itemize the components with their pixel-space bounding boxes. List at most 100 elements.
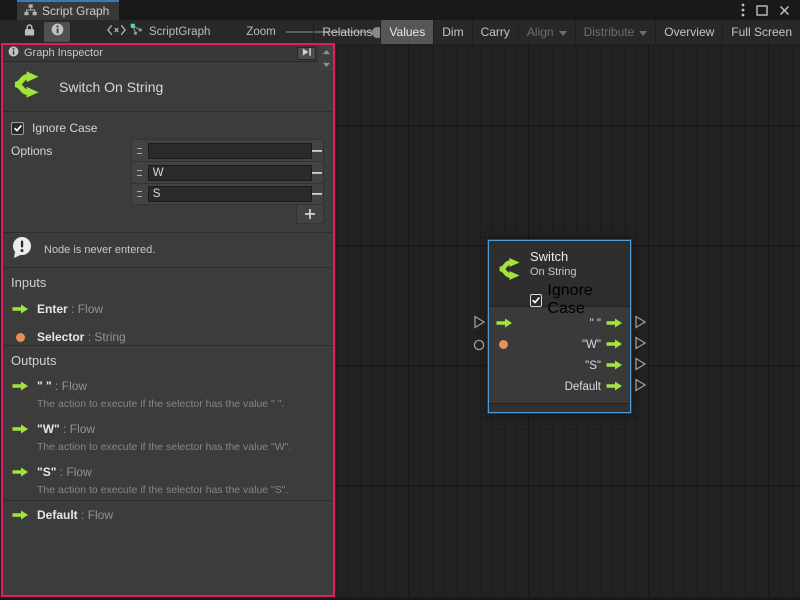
remove-option-button[interactable] <box>312 162 323 184</box>
port-description: The action to execute if the selector ha… <box>37 441 325 454</box>
flow-output-port[interactable] <box>606 336 623 354</box>
input-port-row: Enter : Flow <box>11 300 325 318</box>
inspector-node-title-section: Switch On String <box>3 62 333 112</box>
hierarchy-icon <box>24 4 37 19</box>
scroll-down-button[interactable] <box>319 58 333 71</box>
warning-text: Node is never entered. <box>44 244 155 256</box>
port-type: Flow <box>66 465 91 479</box>
node-header[interactable]: Switch On String Ignore Case <box>489 241 630 307</box>
ignore-case-label: Ignore Case <box>32 121 97 135</box>
option-row <box>131 183 324 205</box>
option-row <box>131 161 324 183</box>
value-input-port[interactable] <box>499 340 508 349</box>
menu-icon[interactable] <box>741 3 745 17</box>
inspector-controls-section: Ignore Case Options <box>3 112 333 233</box>
drag-handle-icon[interactable] <box>137 170 142 176</box>
ignore-case-row: Ignore Case <box>3 121 333 135</box>
zoom-label: Zoom <box>246 26 275 38</box>
maximize-icon[interactable] <box>756 5 768 16</box>
toolbar-right-group: Relations Values Dim Carry Align Distrib… <box>313 20 800 44</box>
colon-separator: : <box>68 302 78 316</box>
node-subtitle: On String <box>530 266 630 278</box>
overview-button[interactable]: Overview <box>655 20 722 44</box>
inspector-empty-area <box>3 501 333 595</box>
colon-separator: : <box>60 422 70 436</box>
flow-arrow-icon <box>11 424 29 434</box>
edit-script-button[interactable] <box>98 22 134 42</box>
arrow-down-icon <box>322 59 331 71</box>
window-controls <box>741 0 800 20</box>
colon-separator: : <box>56 465 66 479</box>
align-dropdown: Align <box>518 20 575 44</box>
options-label: Options <box>11 144 52 158</box>
graph-name-label: ScriptGraph <box>149 26 210 38</box>
value-connector-circle[interactable] <box>473 338 485 356</box>
inspector-inputs-section: Inputs Enter : Flow Selector : String <box>3 268 333 346</box>
outputs-header: Outputs <box>11 353 325 368</box>
option-value-input[interactable] <box>148 165 312 181</box>
dim-button[interactable]: Dim <box>433 20 471 44</box>
toolbar-left-group <box>16 20 134 44</box>
lock-button[interactable] <box>16 22 42 42</box>
close-icon[interactable] <box>779 5 790 16</box>
checkbox-checked-icon[interactable] <box>530 294 542 307</box>
remove-option-button[interactable] <box>312 140 323 162</box>
flow-connector-triangle[interactable] <box>634 336 647 355</box>
inspector-outputs-section: Outputs " " : Flow The action to execute… <box>3 346 333 501</box>
flow-output-port[interactable] <box>606 357 623 375</box>
port-name: "S" <box>37 465 56 479</box>
node-row-selector: "W" <box>489 334 630 355</box>
tab-script-graph[interactable]: Script Graph <box>17 0 119 20</box>
titlebar: Script Graph <box>0 0 800 20</box>
port-label: " " <box>590 318 601 330</box>
flow-connector-triangle[interactable] <box>473 315 486 334</box>
option-value-input[interactable] <box>148 186 312 202</box>
output-port-row: "S" : Flow <box>11 463 325 481</box>
port-type: String <box>94 330 125 344</box>
chevron-down-icon <box>639 25 647 39</box>
ignore-case-checkbox[interactable] <box>11 122 24 135</box>
inspector-toggle-button[interactable] <box>44 22 70 42</box>
script-graph-icon <box>130 23 143 41</box>
inspector-node-title: Switch On String <box>59 79 163 95</box>
inspector-header: Graph Inspector <box>3 45 333 62</box>
options-list <box>131 139 324 224</box>
port-type: Flow <box>78 302 103 316</box>
port-name: Enter <box>37 302 68 316</box>
inspector-warning: Node is never entered. <box>3 233 333 268</box>
flow-connector-triangle[interactable] <box>634 378 647 397</box>
chevron-down-icon <box>559 25 567 39</box>
scroll-up-button[interactable] <box>319 45 333 58</box>
flow-connector-triangle[interactable] <box>634 357 647 376</box>
flow-arrow-icon <box>11 304 29 314</box>
switch-icon <box>13 69 44 105</box>
remove-option-button[interactable] <box>312 183 323 205</box>
port-name: "W" <box>37 422 60 436</box>
switch-on-string-node[interactable]: Switch On String Ignore Case <box>488 240 631 413</box>
node-title: Switch <box>530 249 630 264</box>
port-type: Flow <box>70 422 95 436</box>
add-option-button[interactable] <box>296 205 324 224</box>
option-value-input[interactable] <box>148 143 312 159</box>
switch-icon <box>498 256 524 287</box>
carry-button[interactable]: Carry <box>472 20 518 44</box>
flow-connector-triangle[interactable] <box>634 315 647 334</box>
node-row-enter: " " <box>489 313 630 334</box>
graph-toolbar: ScriptGraph Zoom 1x Relations Values Dim… <box>0 20 800 44</box>
tab-label: Script Graph <box>42 4 109 18</box>
dock-button[interactable] <box>297 47 316 60</box>
values-button[interactable]: Values <box>380 20 433 44</box>
flow-output-port[interactable] <box>606 315 623 333</box>
flow-output-port[interactable] <box>606 378 623 396</box>
flow-input-port[interactable] <box>496 315 513 333</box>
port-type: Flow <box>62 379 87 393</box>
relations-button[interactable]: Relations <box>313 20 380 44</box>
drag-handle-icon[interactable] <box>137 191 142 197</box>
value-dot-icon <box>11 333 29 342</box>
full-screen-button[interactable]: Full Screen <box>722 20 800 44</box>
node-body: " " "W" <box>489 307 630 403</box>
flow-arrow-icon <box>11 467 29 477</box>
warning-bubble-icon <box>11 236 35 265</box>
script-graph-window: Script Graph <box>0 0 800 600</box>
drag-handle-icon[interactable] <box>137 148 142 154</box>
